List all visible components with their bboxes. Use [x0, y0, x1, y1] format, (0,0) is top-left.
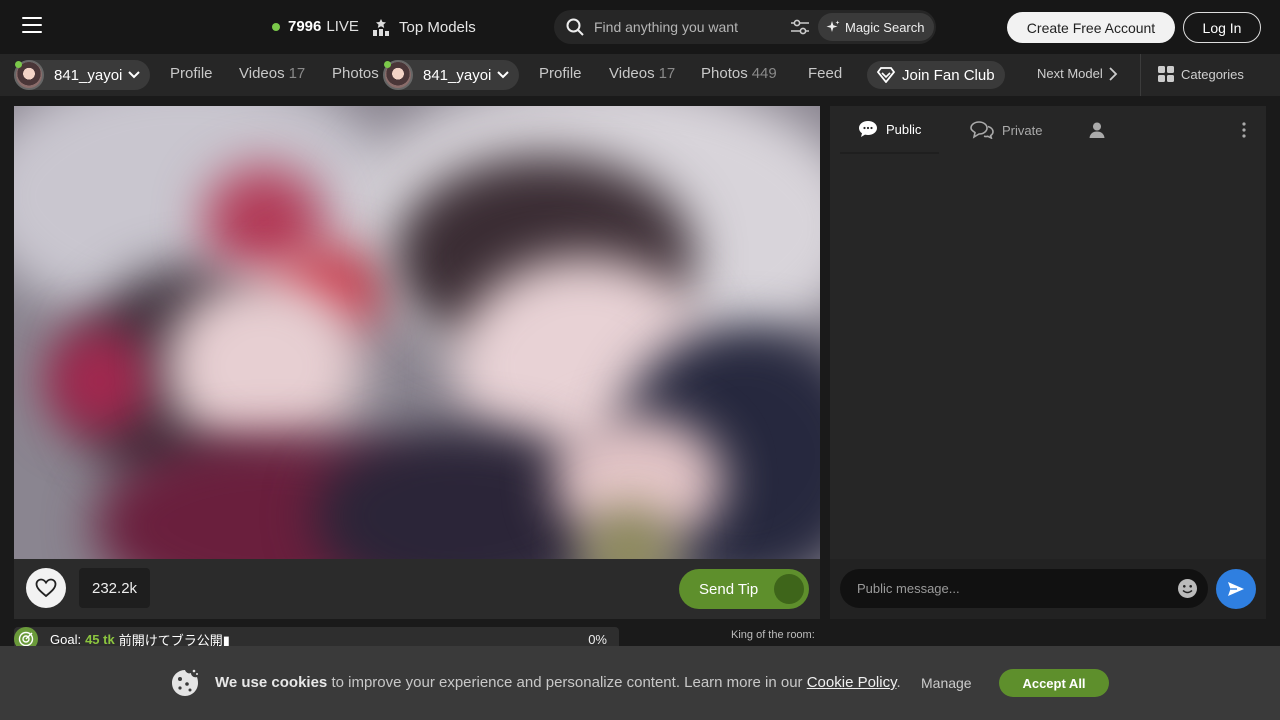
online-indicator-icon	[15, 61, 22, 68]
send-tip-label: Send Tip	[699, 580, 759, 598]
cookie-message-bold: We use cookies	[215, 674, 328, 691]
live-counter[interactable]: 7996 LIVE	[272, 18, 359, 35]
diamond-icon	[877, 67, 895, 83]
tab-public[interactable]: Public	[840, 106, 940, 154]
king-of-room-label: King of the room:	[731, 629, 815, 641]
chevron-right-icon	[1109, 66, 1118, 81]
magic-search-button[interactable]: Magic Search	[818, 13, 935, 41]
like-button[interactable]	[26, 568, 66, 608]
more-options-icon[interactable]	[1242, 121, 1246, 144]
model-chip[interactable]: 841_yayoi	[14, 60, 151, 90]
send-icon	[1228, 582, 1244, 596]
top-models-link[interactable]: Top Models	[372, 18, 476, 36]
manage-cookies-button[interactable]: Manage	[921, 675, 972, 691]
grid-icon	[1158, 66, 1174, 82]
accept-all-button[interactable]: Accept All	[999, 669, 1109, 697]
video-blur-area	[164, 276, 364, 456]
cookie-message-period: .	[896, 674, 901, 691]
chevron-down-icon	[128, 71, 141, 79]
nav-videos-count: 17	[658, 65, 676, 82]
cookie-message-text: to improve your experience and personali…	[327, 674, 807, 691]
live-count: 7996	[288, 18, 322, 35]
model-chip-secondary[interactable]: 841_yayoi	[383, 60, 520, 90]
chat-tabs: Public Private	[830, 106, 1266, 154]
model-username: 841_yayoi	[423, 66, 492, 84]
goal-tokens: 45 tk	[85, 631, 115, 647]
chat-bubble-icon	[859, 121, 877, 137]
categories-label: Categories	[1181, 66, 1244, 82]
tab-private[interactable]: Private	[970, 106, 1042, 154]
next-model-label: Next Model	[1037, 66, 1103, 81]
user-icon	[1089, 122, 1105, 138]
cookie-banner: We use cookies to improve your experienc…	[0, 646, 1280, 720]
nav-profile-secondary[interactable]: Profile	[539, 65, 582, 82]
nav-photos[interactable]: Photos	[332, 65, 379, 82]
join-fan-club-button[interactable]: Join Fan Club	[867, 61, 1005, 89]
categories-button[interactable]: Categories	[1158, 66, 1244, 82]
live-label: LIVE	[326, 18, 359, 35]
join-fan-club-label: Join Fan Club	[902, 66, 995, 84]
nav-videos-secondary[interactable]: Videos 17	[609, 65, 675, 82]
login-button[interactable]: Log In	[1183, 12, 1261, 43]
cookie-policy-link[interactable]: Cookie Policy	[807, 674, 897, 691]
video-blur-area	[44, 326, 154, 436]
chat-bubbles-icon	[970, 121, 994, 139]
nav-videos-count: 17	[288, 65, 306, 82]
heart-icon	[35, 578, 57, 598]
tip-toggle-knob	[774, 574, 804, 604]
send-tip-button[interactable]: Send Tip	[679, 569, 809, 609]
trophy-podium-icon	[373, 19, 389, 36]
goal-label: Goal:	[50, 631, 82, 647]
chat-message-field	[840, 569, 1208, 608]
top-models-label: Top Models	[399, 18, 476, 36]
tab-public-label: Public	[886, 121, 922, 137]
send-message-button[interactable]	[1216, 569, 1256, 609]
nav-feed[interactable]: Feed	[808, 65, 842, 82]
video-stream[interactable]	[14, 106, 820, 559]
cookie-message: We use cookies to improve your experienc…	[215, 674, 901, 691]
search-bar: Magic Search	[554, 10, 936, 44]
chat-input-bar	[830, 559, 1266, 619]
chat-panel: Public Private	[830, 106, 1266, 619]
filter-sliders-icon[interactable]	[790, 18, 810, 36]
nav-videos-label: Videos	[239, 65, 285, 82]
menu-icon[interactable]	[22, 17, 42, 35]
nav-photos-secondary[interactable]: Photos 449	[701, 65, 777, 82]
nav-videos[interactable]: Videos 17	[239, 65, 305, 82]
search-icon	[566, 18, 584, 36]
next-model-button[interactable]: Next Model	[1037, 66, 1118, 81]
create-account-button[interactable]: Create Free Account	[1007, 12, 1175, 43]
model-username: 841_yayoi	[54, 66, 123, 84]
like-count: 232.2k	[79, 568, 151, 608]
nav-divider	[1140, 54, 1141, 96]
nav-videos-label: Videos	[609, 65, 655, 82]
nav-photos-label: Photos	[701, 65, 748, 82]
online-indicator-icon	[384, 61, 391, 68]
nav-photos-count: 449	[751, 65, 777, 82]
magic-search-label: Magic Search	[845, 19, 925, 35]
emoji-icon[interactable]	[1177, 578, 1198, 599]
tab-users[interactable]	[1088, 106, 1114, 154]
chevron-down-icon	[497, 71, 510, 79]
cookie-icon	[172, 669, 198, 696]
sparkle-icon	[826, 20, 840, 32]
avatar	[14, 60, 44, 90]
player-controls: 232.2k Send Tip	[14, 559, 820, 619]
top-bar: 7996 LIVE Top Models Magic Search Create…	[0, 0, 1280, 54]
goal-percent: 0%	[588, 631, 607, 647]
avatar	[383, 60, 413, 90]
search-input[interactable]	[594, 19, 784, 35]
nav-photos-label: Photos	[332, 65, 379, 82]
tab-private-label: Private	[1002, 122, 1043, 138]
nav-profile[interactable]: Profile	[170, 65, 213, 82]
chat-message-input[interactable]	[857, 581, 1157, 596]
live-dot-icon	[272, 22, 280, 31]
